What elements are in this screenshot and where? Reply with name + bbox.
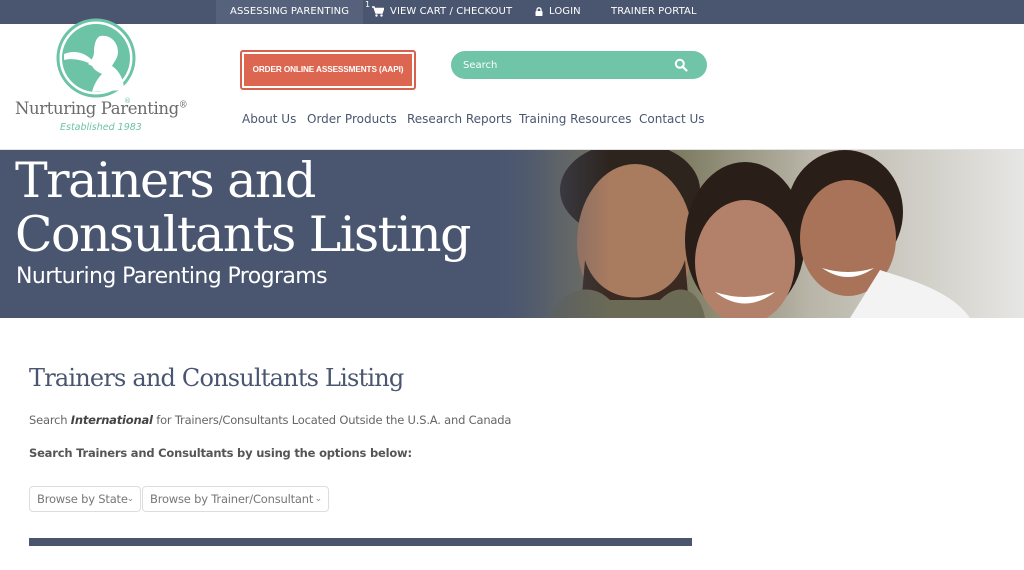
hero-banner: Trainers and Consultants Listing Nurturin… [0,150,1024,318]
view-cart-link[interactable]: 1 VIEW CART / CHECKOUT [365,0,513,24]
search-instructions: Search Trainers and Consultants by using… [29,446,412,460]
site-header: ® Nurturing Parenting® Established 1983 … [0,18,1024,150]
nav-order-products[interactable]: Order Products [307,112,397,126]
nav-contact-us[interactable]: Contact Us [639,112,705,126]
chevron-down-icon: ⌄ [314,494,323,504]
section-divider [29,538,692,546]
nav-training-resources[interactable]: Training Resources [519,112,631,126]
lock-icon [535,6,543,16]
login-label: LOGIN [549,6,581,17]
page-title: Trainers and Consultants Listing [29,364,404,392]
assessing-parenting-link[interactable]: ASSESSING PARENTING [216,0,364,24]
logo-wordmark: Nurturing Parenting® [15,99,188,118]
hero-title: Trainers and Consultants Listing [15,152,471,263]
family-photo [490,150,1024,318]
search-input[interactable] [463,51,663,79]
logo-established-tagline: Established 1983 [60,122,142,133]
nav-about-us[interactable]: About Us [242,112,296,126]
hero-subtitle: Nurturing Parenting Programs [16,264,328,289]
browse-by-trainer-select[interactable]: Browse by Trainer/Consultant ⌄ [142,486,329,512]
browse-by-state-select[interactable]: Browse by State ⌄ [29,486,141,512]
cart-count-badge: 1 [365,0,371,9]
cart-icon [372,5,384,17]
search-bar [451,51,707,79]
order-online-assessments-button[interactable]: ORDER ONLINE ASSESSMENTS (AAPI) [240,50,416,90]
international-search-text: Search International for Trainers/Consul… [29,413,512,427]
chevron-down-icon: ⌄ [126,494,135,504]
view-cart-label: VIEW CART / CHECKOUT [390,6,513,17]
logo-mark-icon: ® [56,18,136,105]
trainer-portal-link[interactable]: TRAINER PORTAL [611,0,697,24]
search-icon[interactable] [674,58,688,72]
international-link[interactable]: International [71,413,153,427]
nav-research-reports[interactable]: Research Reports [407,112,512,126]
login-link[interactable]: LOGIN [535,0,581,24]
